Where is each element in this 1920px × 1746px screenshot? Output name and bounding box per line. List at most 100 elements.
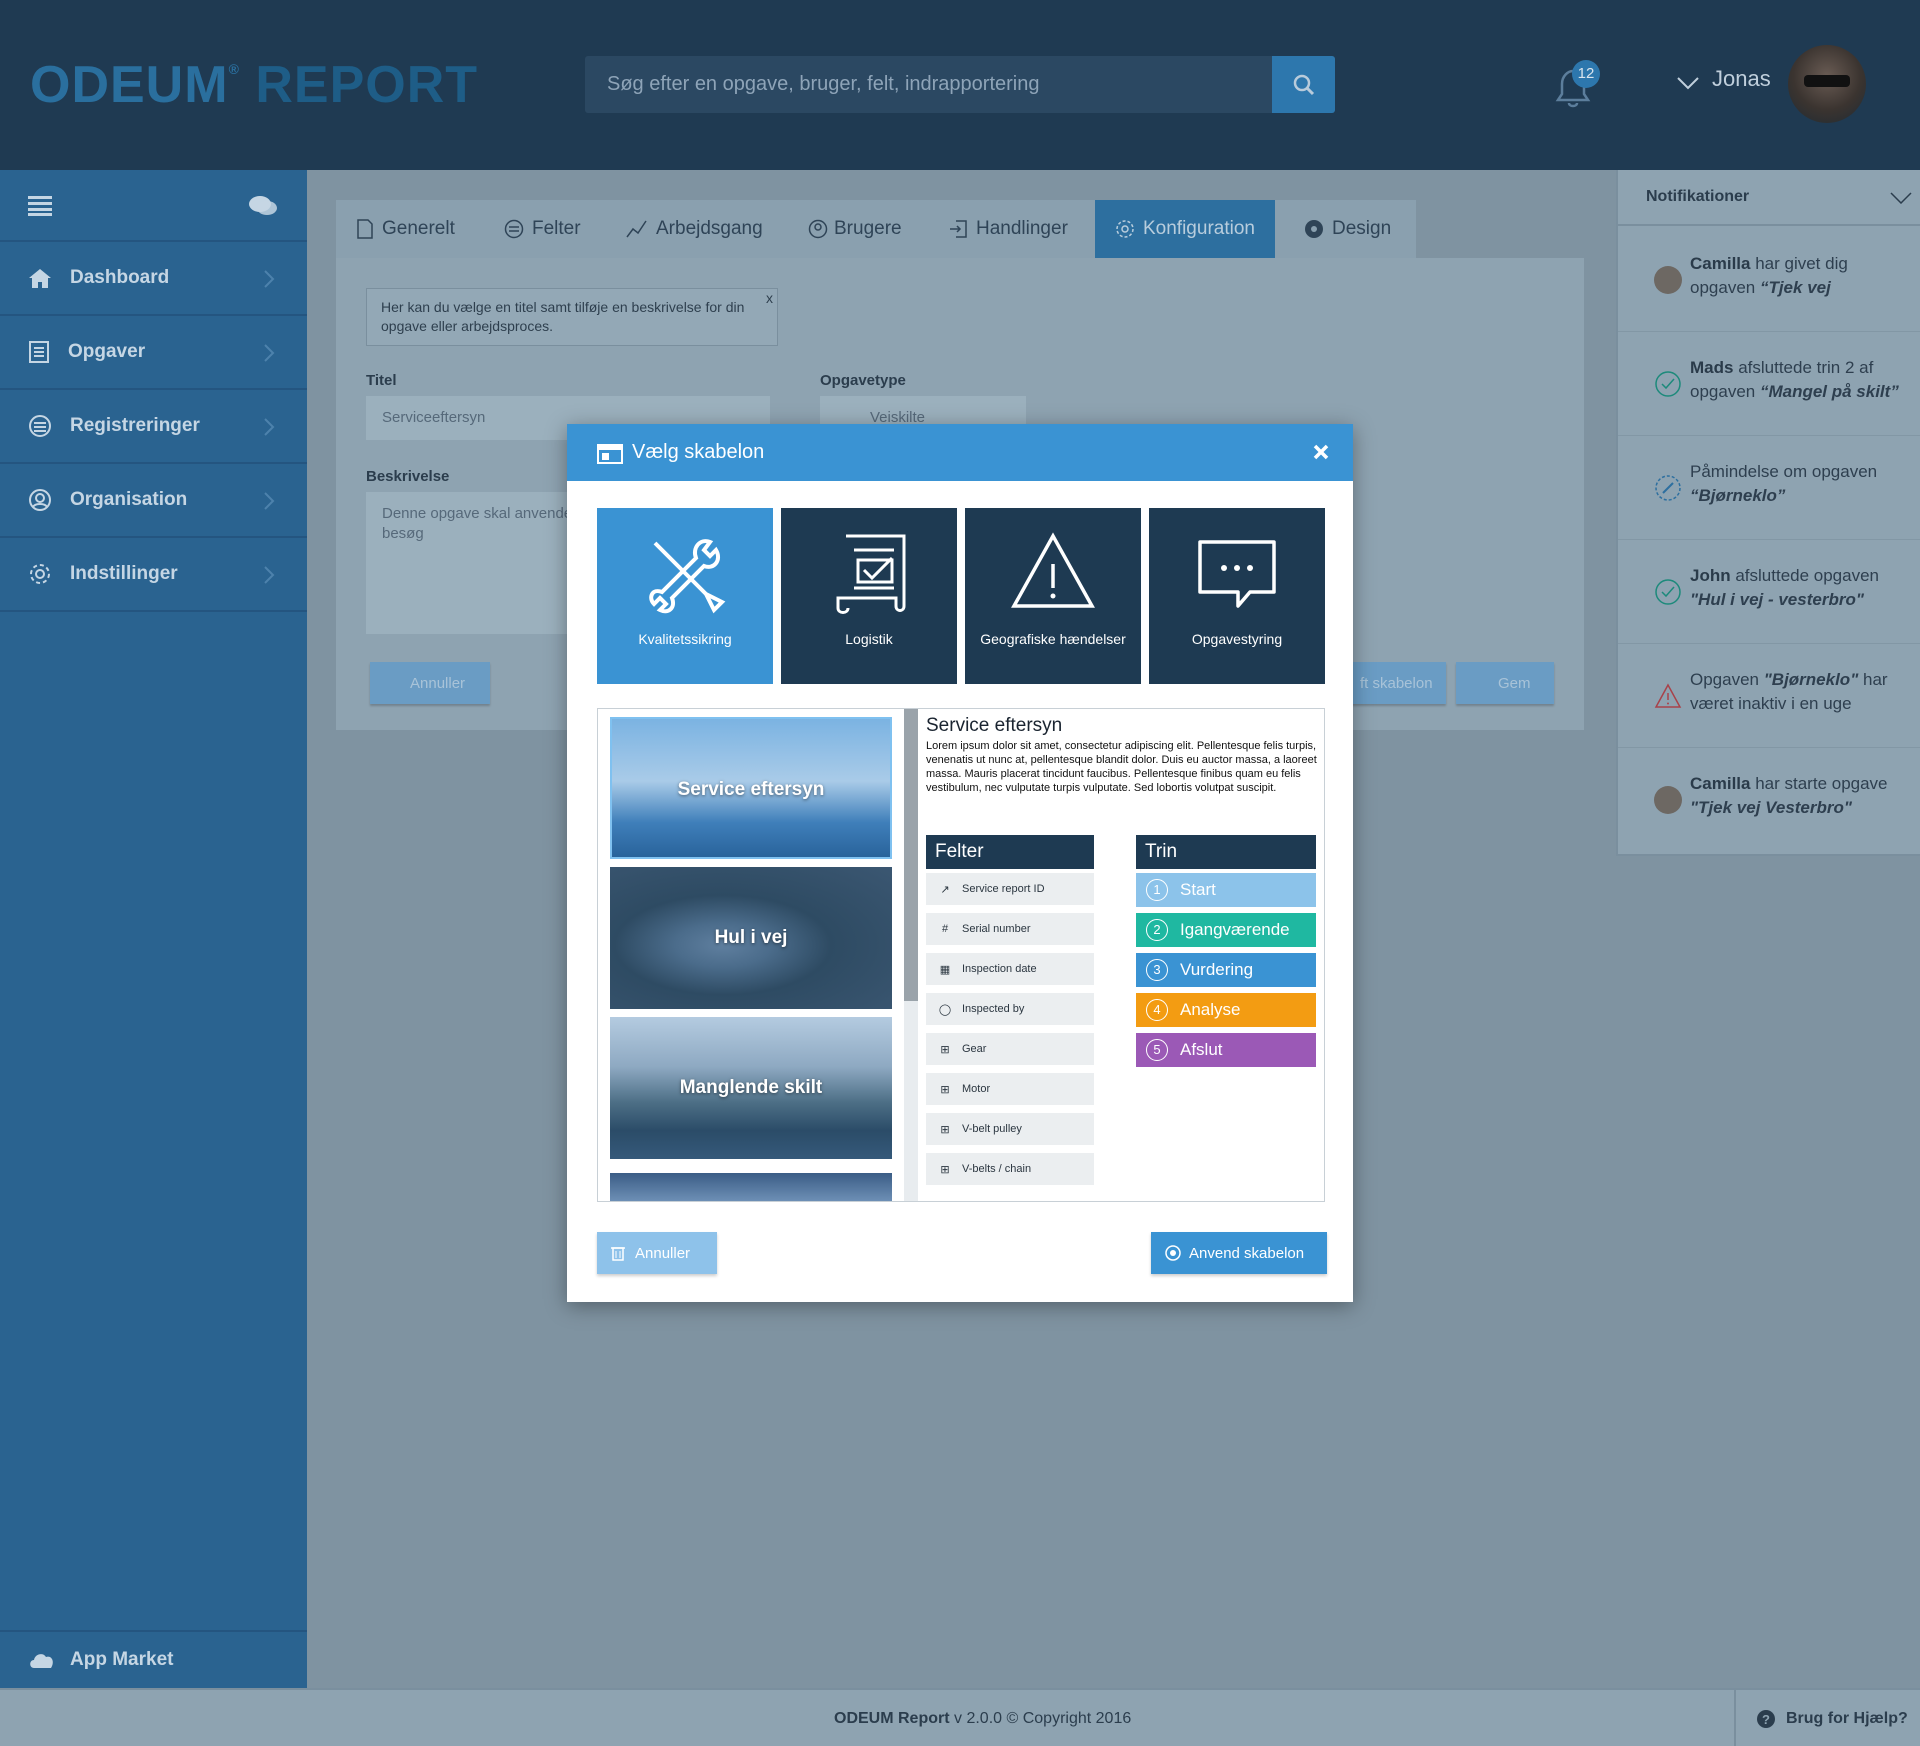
copyright: ODEUM Report v 2.0.0 © Copyright 2016 bbox=[834, 1710, 1132, 1727]
chat-icon[interactable] bbox=[248, 194, 278, 218]
search-input[interactable] bbox=[585, 56, 1272, 113]
document-check-icon bbox=[836, 534, 906, 614]
notification-badge[interactable]: 12 bbox=[1572, 60, 1600, 88]
step-item: 3 Vurdering bbox=[1136, 953, 1316, 987]
template-thumb-manglende-skilt[interactable]: Manglende skilt bbox=[610, 1017, 892, 1159]
category-label: Geografiske hændelser bbox=[980, 631, 1126, 647]
template-button[interactable]: ft skabelon bbox=[1340, 662, 1446, 704]
notification-item[interactable]: Opgaven "Bjørneklo" har været inaktiv i … bbox=[1618, 644, 1920, 748]
cancel-button[interactable]: Annuller bbox=[370, 662, 490, 704]
top-header: ODEUM® REPORT 12 Jonas bbox=[0, 0, 1920, 170]
user-circle-icon bbox=[808, 219, 828, 239]
description-label: Beskrivelse bbox=[366, 468, 450, 485]
tab-arbejdsgang[interactable]: Arbejdsgang bbox=[626, 200, 763, 258]
field-item: ↗ Service report ID bbox=[926, 873, 1094, 905]
grid-icon: ⊞ bbox=[940, 1163, 950, 1176]
tab-label: Generelt bbox=[382, 218, 455, 239]
sidebar-item-organisation[interactable]: Organisation bbox=[0, 464, 307, 538]
radio-icon bbox=[1165, 1245, 1181, 1261]
tab-felter[interactable]: Felter bbox=[504, 200, 581, 258]
edit-icon bbox=[1655, 475, 1681, 501]
tab-label: Arbejdsgang bbox=[656, 218, 763, 239]
step-item: 4 Analyse bbox=[1136, 993, 1316, 1027]
help-button[interactable]: ? Brug for Hjælp? bbox=[1734, 1690, 1920, 1746]
info-close-button[interactable]: x bbox=[766, 289, 773, 308]
modal-cancel-button[interactable]: Annuller bbox=[597, 1232, 717, 1274]
tab-generelt[interactable]: Generelt bbox=[356, 200, 455, 258]
avatar[interactable] bbox=[1788, 45, 1866, 123]
notification-item[interactable]: Camilla har givet dig opgaven “Tjek vej bbox=[1618, 228, 1920, 332]
grid-icon: ⊞ bbox=[940, 1083, 950, 1096]
template-detail-title: Service eftersyn bbox=[926, 715, 1063, 736]
tab-konfiguration[interactable]: Konfiguration bbox=[1095, 200, 1275, 258]
template-thumb-service-eftersyn[interactable]: Service eftersyn bbox=[610, 717, 892, 859]
notification-item[interactable]: Mads afsluttede trin 2 af opgaven “Mange… bbox=[1618, 332, 1920, 436]
tab-handlinger[interactable]: Handlinger bbox=[948, 200, 1068, 258]
field-item: ⊞ V-belts / chain bbox=[926, 1153, 1094, 1185]
category-kvalitetssikring[interactable]: Kvalitetssikring bbox=[597, 508, 773, 684]
template-thumb-partial[interactable] bbox=[610, 1173, 892, 1201]
notification-text: Camilla har starte opgave "Tjek vej Vest… bbox=[1690, 774, 1888, 817]
trash-icon bbox=[611, 1247, 625, 1261]
tab-brugere[interactable]: Brugere bbox=[808, 200, 902, 258]
logo-part1: ODEUM bbox=[30, 56, 229, 114]
user-circle-icon bbox=[29, 489, 51, 511]
close-icon[interactable] bbox=[1307, 438, 1335, 466]
sidebar-item-opgaver[interactable]: Opgaver bbox=[0, 316, 307, 390]
scrollbar-thumb[interactable] bbox=[904, 709, 918, 1001]
sidebar-item-dashboard[interactable]: Dashboard bbox=[0, 242, 307, 316]
field-item: ⊞ Gear bbox=[926, 1033, 1094, 1065]
category-logistik[interactable]: Logistik bbox=[781, 508, 957, 684]
list-icon bbox=[29, 415, 51, 437]
template-scrollbar[interactable] bbox=[904, 709, 918, 1201]
notification-item[interactable]: Camilla har starte opgave "Tjek vej Vest… bbox=[1618, 748, 1920, 852]
category-geografiske-haendelser[interactable]: Geografiske hændelser bbox=[965, 508, 1141, 684]
sidebar-item-app-market[interactable]: App Market bbox=[0, 1630, 307, 1688]
logo-reg: ® bbox=[228, 61, 240, 77]
fields-header: Felter bbox=[926, 835, 1094, 869]
logo[interactable]: ODEUM® REPORT bbox=[30, 55, 478, 115]
avatar-glasses bbox=[1804, 75, 1850, 87]
notification-item[interactable]: John afsluttede opgaven "Hul i vej - ves… bbox=[1618, 540, 1920, 644]
tab-design[interactable]: Design bbox=[1304, 200, 1391, 258]
notification-text: John afsluttede opgaven "Hul i vej - ves… bbox=[1690, 566, 1880, 609]
sidebar-item-registreringer[interactable]: Registreringer bbox=[0, 390, 307, 464]
modal-cancel-label: Annuller bbox=[635, 1244, 691, 1262]
home-icon bbox=[29, 269, 51, 288]
notification-text: Opgaven "Bjørneklo" har været inaktiv i … bbox=[1690, 670, 1888, 713]
menu-icon[interactable] bbox=[28, 196, 52, 216]
notification-text: Mads afsluttede trin 2 af opgaven “Mange… bbox=[1690, 358, 1899, 401]
apply-template-label: Anvend skabelon bbox=[1189, 1244, 1305, 1262]
notification-item[interactable]: Påmindelse om opgaven “Bjørneklo” bbox=[1618, 436, 1920, 540]
chevron-right-icon bbox=[264, 418, 275, 436]
chevron-right-icon bbox=[264, 492, 275, 510]
field-item: # Serial number bbox=[926, 913, 1094, 945]
tab-label: Brugere bbox=[834, 218, 902, 239]
sidebar-top bbox=[0, 170, 307, 242]
user-name[interactable]: Jonas bbox=[1712, 66, 1771, 92]
sidebar-item-indstillinger[interactable]: Indstillinger bbox=[0, 538, 307, 612]
field-item: ◯ Inspected by bbox=[926, 993, 1094, 1025]
title-label: Titel bbox=[366, 372, 397, 389]
category-opgavestyring[interactable]: Opgavestyring bbox=[1149, 508, 1325, 684]
chevron-down-icon[interactable] bbox=[1676, 76, 1700, 90]
gear-icon bbox=[1116, 220, 1134, 238]
apply-template-button[interactable]: Anvend skabelon bbox=[1151, 1232, 1327, 1274]
search-button[interactable] bbox=[1272, 56, 1335, 113]
sidebar-item-label: Indstillinger bbox=[70, 563, 178, 584]
tab-bar: Generelt Felter Arbejdsgang Brugere Hand… bbox=[336, 200, 1416, 258]
step-item: 2 Igangværende bbox=[1136, 913, 1316, 947]
notifications-header[interactable]: Notifikationer bbox=[1618, 170, 1920, 226]
warning-icon bbox=[1011, 532, 1095, 608]
step-item: 5 Afslut bbox=[1136, 1033, 1316, 1067]
template-thumb-hul-i-vej[interactable]: Hul i vej bbox=[610, 867, 892, 1009]
template-thumb-label: Hul i vej bbox=[714, 927, 788, 948]
app-market-label: App Market bbox=[70, 1649, 174, 1670]
save-button[interactable]: Gem bbox=[1456, 662, 1554, 704]
check-circle-icon bbox=[1655, 371, 1681, 397]
chevron-down-icon[interactable] bbox=[1890, 192, 1912, 204]
external-link-icon: ↗ bbox=[940, 883, 950, 896]
document-icon bbox=[357, 219, 373, 239]
template-thumb-label: Manglende skilt bbox=[679, 1077, 823, 1098]
type-label: Opgavetype bbox=[820, 372, 906, 389]
